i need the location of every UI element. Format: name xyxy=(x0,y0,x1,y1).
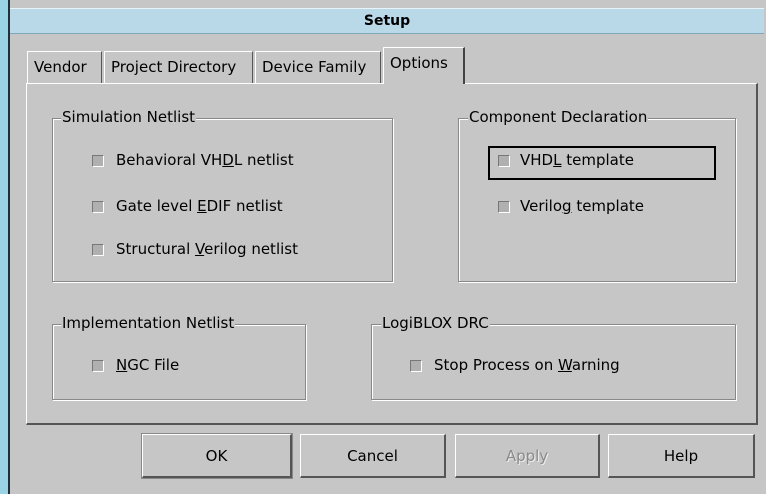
window-border-inner xyxy=(8,0,10,494)
mnemonic: V xyxy=(195,240,205,258)
title-bar[interactable]: Setup xyxy=(10,8,764,34)
label-text: erilog netlist xyxy=(204,240,298,258)
ngc-file-label[interactable]: NGC File xyxy=(116,356,179,374)
tab-options-label: Options xyxy=(390,54,448,72)
structural-verilog-label[interactable]: Structural Verilog netlist xyxy=(116,240,298,258)
ok-button[interactable]: OK xyxy=(142,434,292,478)
tab-device-family-label: Device Family xyxy=(262,58,367,76)
mnemonic: g xyxy=(562,197,572,215)
label-text: Structural xyxy=(116,240,196,258)
behavioral-vhdl-label[interactable]: Behavioral VHDL netlist xyxy=(116,151,294,169)
gate-level-edif-label[interactable]: Gate level EDIF netlist xyxy=(116,197,283,215)
verilog-template-label[interactable]: Verilog template xyxy=(520,197,644,215)
verilog-template-checkbox[interactable] xyxy=(498,201,510,213)
label-text: Stop Process on xyxy=(434,356,558,374)
stop-process-on-warning-checkbox[interactable] xyxy=(410,360,422,372)
tab-vendor[interactable]: Vendor xyxy=(27,51,102,84)
tab-project-directory[interactable]: Project Directory xyxy=(104,51,253,84)
mnemonic: N xyxy=(116,356,128,374)
gate-level-edif-checkbox[interactable] xyxy=(92,201,104,213)
apply-button[interactable]: Apply xyxy=(455,434,600,478)
tab-options[interactable]: Options xyxy=(383,47,465,84)
mnemonic: E xyxy=(197,197,207,215)
label-text: GC File xyxy=(127,356,180,374)
vhdl-template-checkbox[interactable] xyxy=(498,155,510,167)
component-declaration-label: Component Declaration xyxy=(468,108,649,126)
help-button[interactable]: Help xyxy=(608,434,755,478)
label-text: VHD xyxy=(520,151,554,169)
label-text: template xyxy=(561,151,634,169)
ngc-file-checkbox[interactable] xyxy=(92,360,104,372)
implementation-netlist-label: Implementation Netlist xyxy=(61,314,236,332)
logiblox-drc-label: LogiBLOX DRC xyxy=(381,314,490,332)
tab-project-directory-label: Project Directory xyxy=(111,58,237,76)
label-text: Verilo xyxy=(520,197,563,215)
window-title: Setup xyxy=(363,13,411,29)
mnemonic: W xyxy=(558,356,572,374)
vhdl-template-label[interactable]: VHDL template xyxy=(520,151,634,169)
label-text: DIF netlist xyxy=(206,197,283,215)
label-text: L netlist xyxy=(233,151,294,169)
structural-verilog-checkbox[interactable] xyxy=(92,244,104,256)
label-text: Gate level xyxy=(116,197,198,215)
stop-process-on-warning-label[interactable]: Stop Process on Warning xyxy=(434,356,620,374)
behavioral-vhdl-checkbox[interactable] xyxy=(92,155,104,167)
mnemonic: D xyxy=(222,151,234,169)
label-text: arning xyxy=(571,356,620,374)
window-border xyxy=(0,0,8,494)
cancel-button[interactable]: Cancel xyxy=(300,434,446,478)
label-text: template xyxy=(571,197,645,215)
label-text: Behavioral VH xyxy=(116,151,223,169)
tab-device-family[interactable]: Device Family xyxy=(255,51,381,84)
simulation-netlist-label: Simulation Netlist xyxy=(61,108,197,126)
tab-vendor-label: Vendor xyxy=(34,58,87,76)
